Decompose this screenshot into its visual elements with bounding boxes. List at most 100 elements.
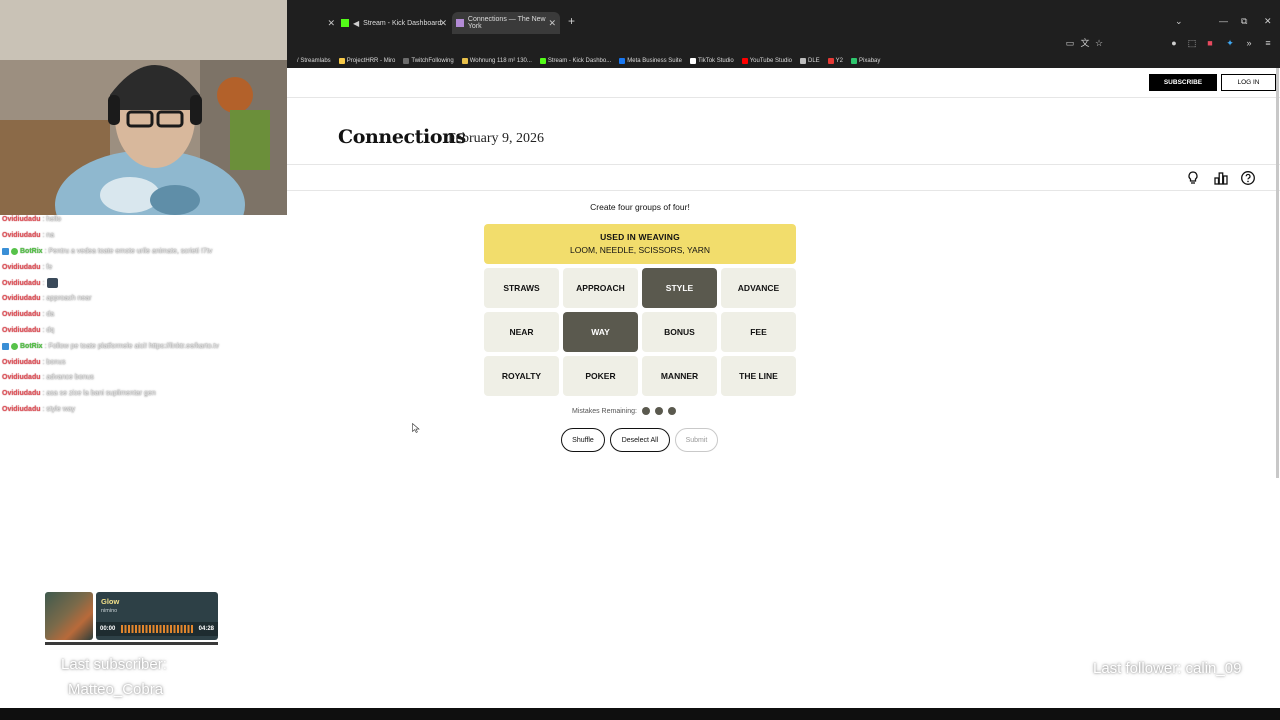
puzzle-date: February 9, 2026 (448, 131, 545, 146)
chat-message: Ovidiudadu: dq (2, 323, 287, 339)
mouse-cursor-icon (412, 423, 420, 433)
word-tile[interactable]: THE LINE (721, 356, 796, 396)
puzzle-icon[interactable]: ⬚ (1187, 38, 1197, 48)
chat-text: : style way (42, 405, 76, 413)
stats-icon[interactable] (1213, 170, 1229, 186)
song-title: Glow (101, 597, 120, 606)
extension-icon[interactable]: ● (1169, 38, 1179, 48)
bookmark-item[interactable]: TikTok Studio (689, 58, 734, 64)
chat-emote-icon (47, 278, 59, 289)
instruction-text: Create four groups of four! (590, 202, 690, 212)
install-app-icon[interactable]: ▭ (1065, 38, 1075, 48)
bookmark-item[interactable]: Wohnung 118 m² 130... (461, 58, 532, 64)
chat-message: Ovidiudadu: hello (2, 212, 287, 228)
word-tile[interactable]: NEAR (484, 312, 559, 352)
word-tile[interactable]: ADVANCE (721, 268, 796, 308)
bookmark-star-icon[interactable]: ☆ (1094, 38, 1104, 48)
subscribe-button[interactable]: SUBSCRIBE (1149, 74, 1217, 91)
bookmark-label: Stream - Kick Dashbo... (547, 58, 612, 64)
music-player-widget: Glow nimino 00:00 04:28 (45, 592, 218, 640)
word-tile[interactable]: FEE (721, 312, 796, 352)
browser-toolbar: ▭ 文 ☆ ● ⬚ ■ ✦ » ≡ (287, 34, 1280, 54)
browser-tab[interactable]: ✕ (287, 12, 335, 34)
chat-username: Ovidiudadu (2, 358, 41, 366)
bookmark-favicon-icon (403, 58, 410, 64)
bookmark-favicon-icon (800, 58, 806, 64)
bookmark-favicon-icon (619, 58, 626, 64)
bookmark-item[interactable]: Pixabay (851, 58, 880, 64)
chat-text: : na (42, 232, 55, 240)
chat-message: BotRix: Follow pe toate platformele aici… (2, 338, 287, 354)
chat-message: Ovidiudadu: approach near (2, 291, 287, 307)
tab-close-icon[interactable]: ✕ (439, 18, 447, 29)
solved-group-card: USED IN WEAVING LOOM, NEEDLE, SCISSORS, … (484, 224, 796, 264)
current-time: 00:00 (100, 626, 116, 632)
minimize-icon[interactable]: — (1219, 16, 1228, 26)
restore-icon[interactable]: ⧉ (1241, 16, 1247, 27)
bookmark-item[interactable]: Y2 (827, 58, 843, 64)
close-window-icon[interactable]: ✕ (1264, 16, 1272, 27)
chat-username: Ovidiudadu (2, 232, 41, 240)
last-subscriber-label: Last subscriber: (61, 656, 167, 673)
bookmark-label: ProjectHRR - Miro (346, 58, 396, 64)
word-tile[interactable]: STYLE (642, 268, 717, 308)
word-tile[interactable]: MANNER (642, 356, 717, 396)
hint-lightbulb-icon[interactable] (1185, 170, 1201, 186)
bookmark-favicon-icon (827, 58, 834, 64)
word-tile[interactable]: BONUS (642, 312, 717, 352)
word-tile[interactable]: POKER (563, 356, 638, 396)
tab-kick-dashboard[interactable]: ◀ Stream - Kick Dashboard ✕ (341, 12, 447, 34)
chat-username: Ovidiudadu (2, 216, 41, 224)
bookmark-label: Pixabay (859, 58, 881, 64)
bookmark-item[interactable]: DLE (800, 58, 820, 64)
tab-close-icon[interactable]: ✕ (327, 18, 335, 29)
connections-page: SUBSCRIBE LOG IN Connections February 9,… (287, 68, 1280, 708)
tab-close-icon[interactable]: ✕ (548, 18, 556, 29)
more-extensions-icon[interactable]: » (1244, 38, 1254, 48)
chat-username: Ovidiudadu (2, 279, 41, 287)
bookmark-item[interactable]: ProjectHRR - Miro (338, 58, 396, 64)
total-time: 04:28 (198, 626, 214, 632)
shuffle-button[interactable]: Shuffle (561, 428, 605, 452)
submit-button[interactable]: Submit (675, 428, 718, 452)
chat-message: BotRix: Pentru a vedea toate emote urile… (2, 244, 287, 260)
tab-title: Stream - Kick Dashboard (363, 19, 442, 27)
new-tab-button[interactable]: + (568, 14, 575, 28)
webcam-feed (0, 0, 287, 215)
bookmark-item[interactable]: Stream - Kick Dashbo... (539, 58, 612, 64)
divider (287, 164, 1280, 165)
translate-icon[interactable]: 文 (1080, 38, 1090, 48)
word-tile[interactable]: APPROACH (563, 268, 638, 308)
audio-icon: ◀ (353, 18, 360, 28)
bookmark-item[interactable]: TwitchFollowing (403, 58, 454, 64)
word-tile[interactable]: WAY (563, 312, 638, 352)
bookmarks-bar: / Streamlabs ProjectHRR - Miro TwitchFollo… (287, 54, 1280, 68)
mistake-dots (637, 407, 676, 415)
login-button[interactable]: LOG IN (1221, 74, 1276, 91)
song-artist: nimino (101, 608, 118, 614)
scrollbar[interactable] (1276, 68, 1279, 478)
chat-text: : (42, 279, 45, 287)
chat-text: : bonus (42, 358, 66, 366)
chat-message: Ovidiudadu: asa se zice la bani suplimen… (2, 386, 287, 402)
verified-badge-icon (11, 247, 18, 255)
help-icon[interactable] (1240, 170, 1256, 186)
word-tile[interactable]: ROYALTY (484, 356, 559, 396)
bookmark-favicon-icon (741, 58, 748, 64)
bookmark-item[interactable]: / Streamlabs (289, 58, 331, 64)
extension-red-icon[interactable]: ■ (1205, 38, 1215, 48)
bookmark-favicon-icon (289, 58, 295, 64)
tab-connections[interactable]: Connections — The New York ✕ (452, 12, 560, 34)
tab-search-icon[interactable]: ⌄ (1175, 16, 1183, 27)
bookmark-item[interactable]: YouTube Studio (741, 58, 792, 64)
bookmark-label: DLE (808, 58, 820, 64)
bookmark-item[interactable]: Meta Business Suite (619, 58, 682, 64)
chat-username: Ovidiudadu (2, 263, 41, 271)
deselect-all-button[interactable]: Deselect All (610, 428, 670, 452)
extension-blue-icon[interactable]: ✦ (1225, 38, 1235, 48)
menu-icon[interactable]: ≡ (1263, 38, 1273, 48)
chat-username: Ovidiudadu (2, 326, 41, 334)
chat-text: : hello (42, 216, 62, 224)
verified-badge-icon (11, 342, 18, 350)
word-tile[interactable]: STRAWS (484, 268, 559, 308)
